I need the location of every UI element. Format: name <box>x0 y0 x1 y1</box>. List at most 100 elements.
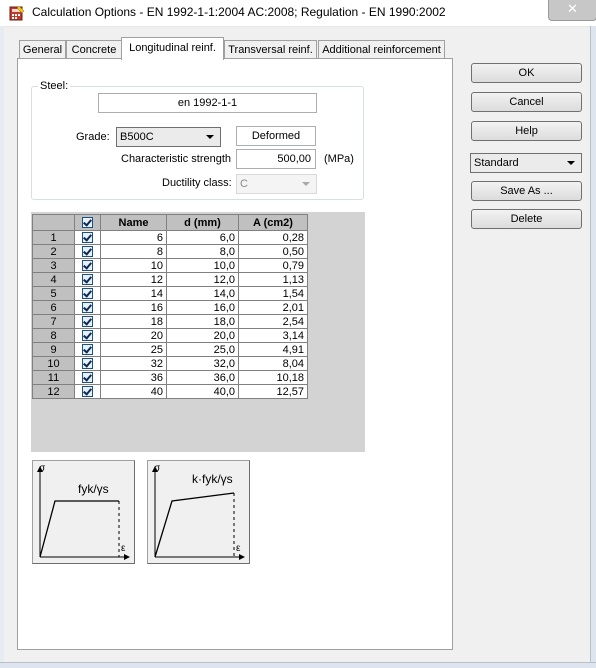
bar-area-cell[interactable]: 1,54 <box>238 286 308 301</box>
tab-additional-reinforcement[interactable]: Additional reinforcement <box>318 40 445 58</box>
bar-name-cell[interactable]: 12 <box>100 272 167 287</box>
bar-name-cell[interactable]: 18 <box>100 314 167 329</box>
row-checkbox[interactable] <box>74 384 101 399</box>
bar-name-cell[interactable]: 6 <box>100 230 167 245</box>
bar-diameter-cell[interactable]: 32,0 <box>166 356 239 371</box>
steel-standard-field[interactable]: en 1992-1-1 <box>98 93 317 113</box>
table-row[interactable]: 2 8 8,0 0,50 <box>32 244 308 259</box>
row-number[interactable]: 7 <box>32 314 75 329</box>
bar-name-cell[interactable]: 14 <box>100 286 167 301</box>
row-number[interactable]: 8 <box>32 328 75 343</box>
bar-diameter-cell[interactable]: 12,0 <box>166 272 239 287</box>
tab-concrete[interactable]: Concrete <box>66 40 122 58</box>
bar-diameter-cell[interactable]: 18,0 <box>166 314 239 329</box>
close-button[interactable]: ✕ <box>548 0 596 21</box>
row-number[interactable]: 9 <box>32 342 75 357</box>
row-checkbox[interactable] <box>74 314 101 329</box>
row-number[interactable]: 10 <box>32 356 75 371</box>
select-all-checkbox[interactable] <box>74 214 101 231</box>
table-row[interactable]: 10 32 32,0 8,04 <box>32 356 308 371</box>
tab-general[interactable]: General <box>19 40 66 58</box>
table-row[interactable]: 5 14 14,0 1,54 <box>32 286 308 301</box>
checkbox-checked-icon <box>82 386 93 398</box>
stress-strain-diagram-inclined[interactable]: σ ε k·fyk/γs <box>147 460 250 564</box>
bar-name-cell[interactable]: 36 <box>100 370 167 385</box>
bar-diameter-cell[interactable]: 6,0 <box>166 230 239 245</box>
row-checkbox[interactable] <box>74 370 101 385</box>
table-row[interactable]: 3 10 10,0 0,79 <box>32 258 308 273</box>
bar-name-cell[interactable]: 20 <box>100 328 167 343</box>
row-checkbox[interactable] <box>74 258 101 273</box>
delete-button[interactable]: Delete <box>471 209 582 229</box>
column-header-diameter[interactable]: d (mm) <box>166 214 239 231</box>
bar-diameter-cell[interactable]: 36,0 <box>166 370 239 385</box>
bar-diameter-cell[interactable]: 10,0 <box>166 258 239 273</box>
table-corner <box>32 214 75 231</box>
tab-transversal-reinf[interactable]: Transversal reinf. <box>224 40 317 58</box>
bar-diameter-cell[interactable]: 14,0 <box>166 286 239 301</box>
bar-name-cell[interactable]: 16 <box>100 300 167 315</box>
window-border-left <box>0 26 4 662</box>
help-button[interactable]: Help <box>471 121 582 141</box>
bar-diameter-cell[interactable]: 40,0 <box>166 384 239 399</box>
stress-strain-diagram-horizontal[interactable]: σ ε fyk/γs <box>32 460 135 564</box>
table-row[interactable]: 8 20 20,0 3,14 <box>32 328 308 343</box>
preset-select[interactable]: Standard <box>470 153 582 173</box>
table-row[interactable]: 12 40 40,0 12,57 <box>32 384 308 399</box>
char-strength-label: Characteristic strength <box>121 153 232 165</box>
preset-select-value: Standard <box>474 157 519 169</box>
row-number[interactable]: 4 <box>32 272 75 287</box>
bar-name-cell[interactable]: 10 <box>100 258 167 273</box>
row-checkbox[interactable] <box>74 328 101 343</box>
bar-diameter-cell[interactable]: 8,0 <box>166 244 239 259</box>
bar-name-cell[interactable]: 8 <box>100 244 167 259</box>
bar-diameter-cell[interactable]: 16,0 <box>166 300 239 315</box>
row-checkbox[interactable] <box>74 356 101 371</box>
char-strength-input[interactable]: 500,00 <box>236 149 316 169</box>
table-row[interactable]: 4 12 12,0 1,13 <box>32 272 308 287</box>
bar-type-field[interactable]: Deformed <box>236 126 316 146</box>
ok-button[interactable]: OK <box>471 63 582 83</box>
row-number[interactable]: 6 <box>32 300 75 315</box>
bar-name-cell[interactable]: 32 <box>100 356 167 371</box>
row-checkbox[interactable] <box>74 272 101 287</box>
grade-select[interactable]: B500C <box>116 127 221 147</box>
row-checkbox[interactable] <box>74 230 101 245</box>
tab-longitudinal-reinf[interactable]: Longitudinal reinf. <box>121 37 224 60</box>
table-row[interactable]: 9 25 25,0 4,91 <box>32 342 308 357</box>
bar-area-cell[interactable]: 4,91 <box>238 342 308 357</box>
table-row[interactable]: 11 36 36,0 10,18 <box>32 370 308 385</box>
table-row[interactable]: 1 6 6,0 0,28 <box>32 230 308 245</box>
bar-area-cell[interactable]: 2,54 <box>238 314 308 329</box>
save-as-button[interactable]: Save As ... <box>471 181 582 201</box>
bar-area-cell[interactable]: 0,28 <box>238 230 308 245</box>
bar-diameter-cell[interactable]: 20,0 <box>166 328 239 343</box>
bar-area-cell[interactable]: 10,18 <box>238 370 308 385</box>
row-number[interactable]: 1 <box>32 230 75 245</box>
row-number[interactable]: 5 <box>32 286 75 301</box>
bar-area-cell[interactable]: 12,57 <box>238 384 308 399</box>
ductility-class-label: Ductility class: <box>162 177 232 189</box>
table-row[interactable]: 6 16 16,0 2,01 <box>32 300 308 315</box>
row-checkbox[interactable] <box>74 300 101 315</box>
bar-area-cell[interactable]: 2,01 <box>238 300 308 315</box>
row-checkbox[interactable] <box>74 342 101 357</box>
column-header-area[interactable]: A (cm2) <box>238 214 308 231</box>
row-number[interactable]: 12 <box>32 384 75 399</box>
bar-diameter-cell[interactable]: 25,0 <box>166 342 239 357</box>
bar-area-cell[interactable]: 3,14 <box>238 328 308 343</box>
bar-area-cell[interactable]: 0,50 <box>238 244 308 259</box>
cancel-button[interactable]: Cancel <box>471 92 582 112</box>
row-number[interactable]: 2 <box>32 244 75 259</box>
bar-name-cell[interactable]: 40 <box>100 384 167 399</box>
column-header-name[interactable]: Name <box>100 214 167 231</box>
bar-area-cell[interactable]: 8,04 <box>238 356 308 371</box>
row-number[interactable]: 11 <box>32 370 75 385</box>
bar-area-cell[interactable]: 1,13 <box>238 272 308 287</box>
bar-name-cell[interactable]: 25 <box>100 342 167 357</box>
table-row[interactable]: 7 18 18,0 2,54 <box>32 314 308 329</box>
row-number[interactable]: 3 <box>32 258 75 273</box>
bar-area-cell[interactable]: 0,79 <box>238 258 308 273</box>
row-checkbox[interactable] <box>74 286 101 301</box>
row-checkbox[interactable] <box>74 244 101 259</box>
